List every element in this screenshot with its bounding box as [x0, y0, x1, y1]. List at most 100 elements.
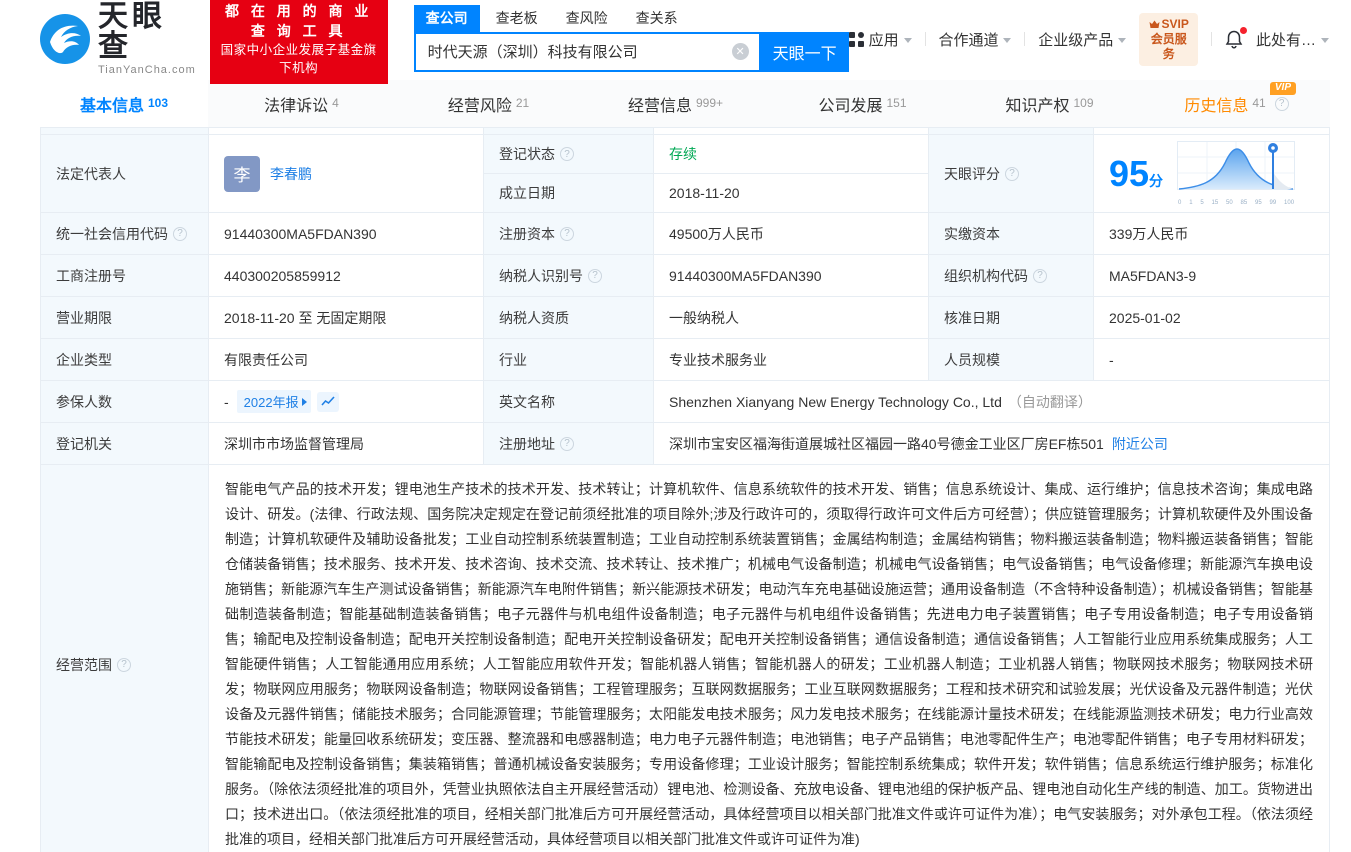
company-type-value: 有限责任公司: [209, 339, 484, 380]
staff-size-value: -: [1109, 351, 1114, 368]
tab-company-development[interactable]: 公司发展 151: [769, 80, 956, 127]
business-scope-label: 经营范围 ?: [41, 465, 209, 852]
table-row: 工商注册号 440300205859912 纳税人识别号 ? 91440300M…: [41, 255, 1329, 297]
nav-apps[interactable]: 应用: [848, 29, 912, 50]
approval-date-value: 2025-01-02: [1109, 309, 1181, 326]
help-icon[interactable]: ?: [560, 147, 574, 161]
chevron-down-icon: [903, 37, 912, 43]
notifications-button[interactable]: [1225, 26, 1247, 49]
grid-icon: [848, 31, 864, 47]
reg-capital-label: 注册资本 ?: [484, 213, 654, 254]
search-input-box: ✕: [413, 31, 761, 72]
legal-rep-value: 李 李春鹏: [209, 135, 484, 212]
help-icon[interactable]: ?: [117, 657, 131, 672]
company-type-label: 企业类型: [41, 339, 209, 380]
help-icon[interactable]: ?: [560, 436, 574, 451]
avatar[interactable]: 李: [224, 155, 260, 192]
reg-status-value: 存续: [654, 135, 929, 173]
vip-badge: VIP: [1269, 82, 1296, 95]
reg-authority-value: 深圳市市场监督管理局: [209, 423, 484, 464]
brand-name: 天眼查: [98, 0, 166, 63]
english-name-label: 英文名称: [484, 381, 654, 422]
help-icon[interactable]: ?: [1033, 268, 1047, 283]
svip-member-button[interactable]: SVIP 会员服务: [1139, 12, 1199, 66]
nav-more-label: 此处有…: [1255, 31, 1316, 49]
tab-count: 41: [1252, 95, 1266, 110]
score-label: 天眼评分 ?: [929, 135, 1094, 212]
partial-row: [41, 128, 1329, 135]
credit-code-label: 统一社会信用代码 ?: [41, 213, 209, 254]
brand-domain: TianYanCha.com: [98, 64, 196, 76]
tab-history-info[interactable]: VIP 历史信息 41 ?: [1143, 80, 1330, 127]
nav-enterprise-label: 企业级产品: [1038, 31, 1114, 49]
slogan-line2: 国家中小企业发展子基金旗下机构: [220, 43, 377, 76]
search-tab-risk[interactable]: 查风险: [554, 5, 620, 32]
taxpayer-id-value: 91440300MA5FDAN390: [654, 255, 929, 296]
search-tab-boss[interactable]: 查老板: [484, 5, 550, 32]
tab-count: 109: [1073, 95, 1094, 110]
nav-more[interactable]: 此处有…: [1256, 29, 1329, 50]
tab-basic-info[interactable]: 基本信息 103: [40, 80, 208, 127]
crown-icon: [1149, 20, 1160, 28]
tab-operating-risk[interactable]: 经营风险 21: [395, 80, 582, 127]
chart-axis-ticks: 0 1 5 15 50 85 95 99 100: [1178, 200, 1295, 206]
search-tab-relation[interactable]: 查关系: [624, 5, 690, 32]
tab-label: 知识产权: [1005, 97, 1070, 115]
help-icon[interactable]: ?: [173, 226, 187, 241]
reg-number-label: 工商注册号: [41, 255, 209, 296]
tianyancha-logo[interactable]: 天眼查 TianYanCha.com: [40, 2, 196, 76]
tab-count: 21: [515, 95, 530, 110]
clear-search-icon[interactable]: ✕: [731, 43, 749, 60]
nav-cooperation[interactable]: 合作通道: [938, 29, 1012, 50]
table-row: 统一社会信用代码 ? 91440300MA5FDAN390 注册资本 ? 495…: [41, 213, 1329, 255]
table-row: 经营范围 ? 智能电气产品的技术开发；锂电池生产技术的技术开发、技术转让；计算机…: [41, 465, 1329, 852]
divider: [1211, 32, 1212, 46]
score-value: 95分 0 1 5 15 50 85 95 99 100: [1094, 135, 1329, 212]
help-icon[interactable]: ?: [1274, 96, 1289, 111]
search-area: 查公司 查老板 查风险 查关系 ✕ 天眼一下: [413, 4, 849, 72]
staff-size-label: 人员规模: [929, 339, 1094, 380]
insured-value: - 2022年报: [209, 381, 484, 422]
chevron-down-icon: [1118, 37, 1127, 43]
establish-date-value: 2018-11-20: [654, 174, 929, 212]
nav-enterprise[interactable]: 企业级产品: [1038, 29, 1127, 50]
annual-report-link[interactable]: 2022年报: [236, 390, 311, 413]
table-row: 法定代表人 李 李春鹏 登记状态 ? 存续 成立日期 2018-11-20 天眼…: [41, 135, 1329, 213]
credit-code-value: 91440300MA5FDAN390: [209, 213, 484, 254]
tab-count: 103: [147, 95, 169, 110]
industry-value: 专业技术服务业: [654, 339, 929, 380]
reg-capital-value: 49500万人民币: [654, 213, 929, 254]
help-icon[interactable]: ?: [1005, 166, 1019, 181]
arrow-right-icon: [301, 397, 307, 406]
approval-date-label: 核准日期: [929, 297, 1094, 338]
help-icon[interactable]: ?: [560, 226, 574, 241]
tab-legal-proceedings[interactable]: 法律诉讼 4: [208, 80, 395, 127]
paid-capital-label: 实缴资本: [929, 213, 1094, 254]
tab-count: 151: [886, 95, 907, 110]
search-tab-company[interactable]: 查公司: [413, 4, 480, 32]
tab-business-info[interactable]: 经营信息 999+: [582, 80, 769, 127]
slogan-line1: 都 在 用 的 商 业 查 询 工 具: [224, 2, 373, 39]
company-profile-table: 法定代表人 李 李春鹏 登记状态 ? 存续 成立日期 2018-11-20 天眼…: [40, 127, 1330, 852]
search-button[interactable]: 天眼一下: [760, 31, 849, 72]
table-row: 营业期限 2018-11-20 至 无固定期限 纳税人资质 一般纳税人 核准日期…: [41, 297, 1329, 339]
divider: [924, 32, 926, 46]
tab-intellectual-property[interactable]: 知识产权 109: [956, 80, 1143, 127]
tab-label: 法律诉讼: [264, 97, 329, 115]
table-row: 企业类型 有限责任公司 行业 专业技术服务业 人员规模 -: [41, 339, 1329, 381]
search-input[interactable]: [427, 43, 732, 60]
reg-status-label: 登记状态 ?: [484, 135, 654, 173]
business-term-label: 营业期限: [41, 297, 209, 338]
status-badge: 存续: [669, 146, 697, 162]
help-icon[interactable]: ?: [588, 268, 602, 283]
nearby-companies-link[interactable]: 附近公司: [1112, 434, 1168, 454]
legal-rep-link[interactable]: 李春鹏: [270, 164, 312, 184]
trend-chart-icon[interactable]: [316, 391, 339, 412]
industry-label: 行业: [484, 339, 654, 380]
table-row: 参保人数 - 2022年报 英文名称 Shenzhen Xianyang New…: [41, 381, 1329, 423]
score-distribution-chart[interactable]: 0 1 5 15 50 85 95 99 100: [1177, 141, 1296, 206]
taxpayer-id-label: 纳税人识别号 ?: [484, 255, 654, 296]
chevron-down-icon: [1003, 37, 1012, 43]
divider: [1024, 32, 1026, 46]
taxpayer-quality-label: 纳税人资质: [484, 297, 654, 338]
